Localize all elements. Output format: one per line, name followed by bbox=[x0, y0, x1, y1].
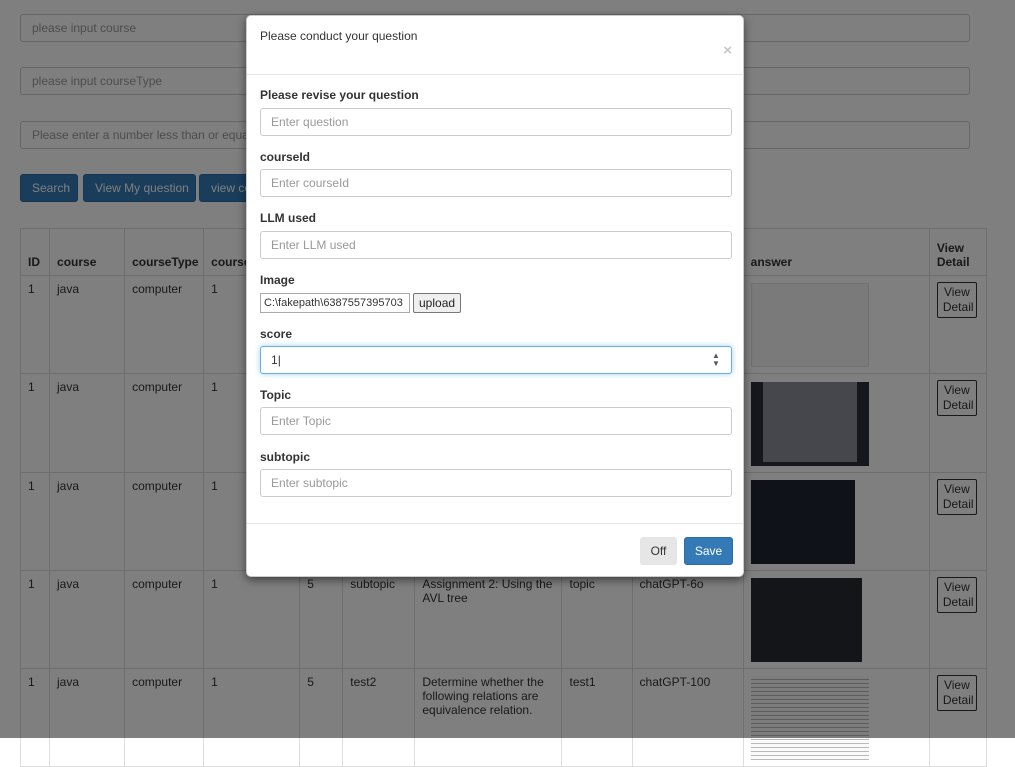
topic-input[interactable]: Enter Topic bbox=[260, 407, 732, 435]
modal-footer: Off Save bbox=[247, 523, 743, 577]
llm-label: LLM used bbox=[260, 211, 316, 225]
image-label: Image bbox=[260, 273, 295, 287]
spinner-arrows-icon[interactable]: ▲ ▼ bbox=[711, 352, 721, 368]
question-label: Please revise your question bbox=[260, 88, 419, 102]
score-input[interactable]: 1| ▲ ▼ bbox=[260, 346, 732, 374]
upload-button[interactable]: upload bbox=[413, 293, 462, 313]
question-input[interactable]: Enter question bbox=[260, 108, 732, 136]
modal-header: Please conduct your question × bbox=[247, 16, 743, 75]
score-value: 1 bbox=[271, 353, 278, 367]
close-icon[interactable]: × bbox=[723, 43, 732, 58]
score-label: score bbox=[260, 327, 293, 341]
topic-label: Topic bbox=[260, 388, 292, 402]
modal-body: Please revise your question Enter questi… bbox=[247, 75, 743, 524]
courseid-label: courseId bbox=[260, 150, 311, 164]
courseid-input[interactable]: Enter courseId bbox=[260, 169, 732, 197]
llm-input[interactable]: Enter LLM used bbox=[260, 231, 732, 259]
subtopic-input[interactable]: Enter subtopic bbox=[260, 469, 732, 497]
modal-title: Please conduct your question bbox=[260, 29, 418, 43]
subtopic-label: subtopic bbox=[260, 450, 310, 464]
save-button[interactable]: Save bbox=[684, 537, 733, 565]
off-button[interactable]: Off bbox=[640, 537, 677, 565]
edit-question-modal: Please conduct your question × Please re… bbox=[246, 15, 744, 577]
image-file-input[interactable]: C:\fakepath\6387557395703 bbox=[260, 293, 410, 313]
